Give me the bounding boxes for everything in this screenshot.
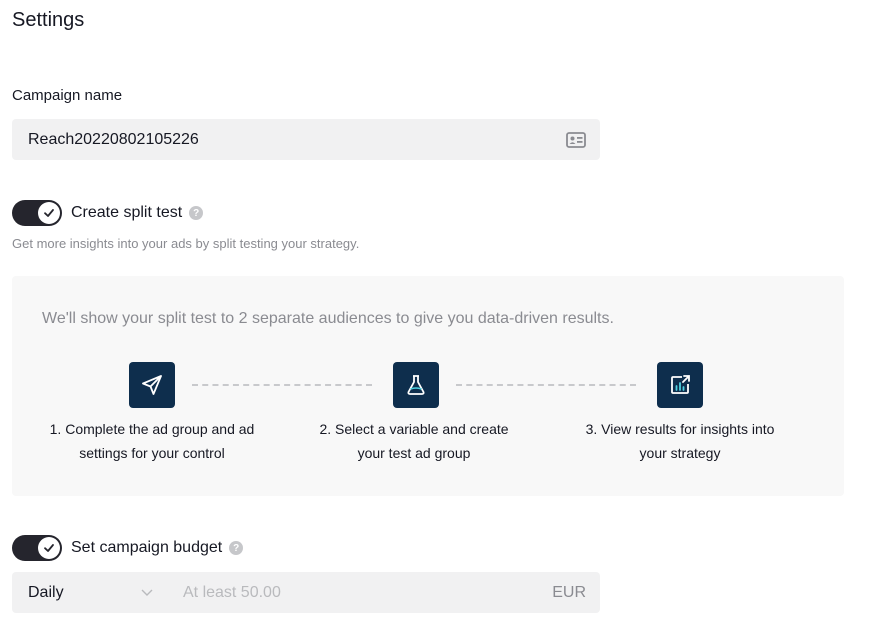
- currency-label: EUR: [552, 583, 586, 601]
- step-connector: [192, 384, 372, 386]
- help-icon[interactable]: ?: [189, 206, 204, 220]
- budget-row-header: Set campaign budget ?: [12, 535, 244, 561]
- chart-share-icon: [657, 362, 703, 408]
- split-test-toggle[interactable]: [12, 200, 62, 226]
- campaign-name-field[interactable]: [12, 119, 600, 160]
- split-test-description: Get more insights into your ads by split…: [12, 236, 360, 251]
- budget-period-value: Daily: [28, 583, 64, 601]
- check-icon: [38, 202, 60, 224]
- budget-period-select[interactable]: Daily: [12, 572, 167, 613]
- chevron-down-icon: [141, 584, 153, 602]
- split-test-label: Create split test: [71, 204, 183, 221]
- budget-amount-input[interactable]: [167, 583, 553, 602]
- step-1-text: 1. Complete the ad group and ad settings…: [49, 421, 255, 461]
- campaign-name-label: Campaign name: [12, 87, 123, 104]
- campaign-name-input[interactable]: [28, 130, 566, 149]
- step-2-text: 2. Select a variable and create your tes…: [319, 421, 509, 461]
- page-title: Settings: [12, 9, 85, 31]
- help-icon[interactable]: ?: [229, 541, 244, 555]
- split-test-panel: We'll show your split test to 2 separate…: [12, 276, 844, 496]
- check-icon: [38, 537, 60, 559]
- id-card-icon: [566, 131, 586, 148]
- flask-icon: [393, 362, 439, 408]
- step-connector: [456, 384, 636, 386]
- step-3-text: 3. View results for insights into your s…: [585, 421, 775, 461]
- send-icon: [129, 362, 175, 408]
- split-test-row: Create split test ?: [12, 200, 204, 226]
- split-test-intro: We'll show your split test to 2 separate…: [42, 310, 614, 327]
- budget-toggle[interactable]: [12, 535, 62, 561]
- budget-label: Set campaign budget: [71, 539, 223, 556]
- budget-field: Daily EUR: [12, 572, 600, 613]
